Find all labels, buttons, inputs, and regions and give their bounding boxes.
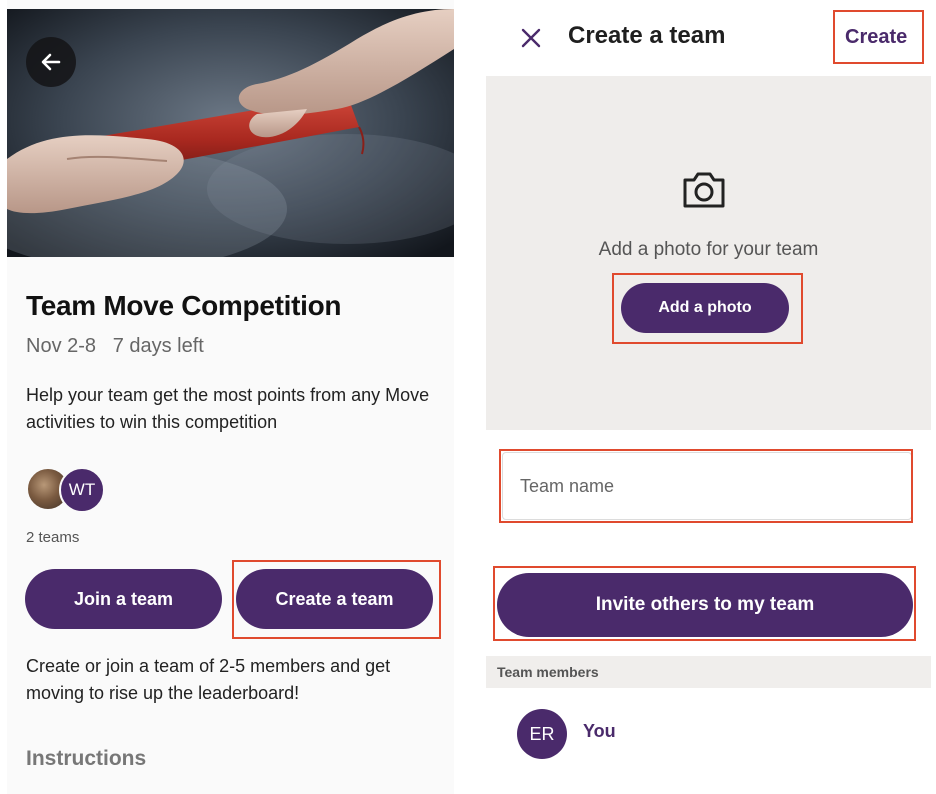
camera-icon: [681, 170, 727, 210]
team-avatars[interactable]: WT: [26, 467, 116, 513]
close-button[interactable]: [519, 24, 543, 52]
highlight-add-photo-button: [612, 273, 803, 344]
competition-dates: Nov 2-8 7 days left: [26, 335, 204, 357]
highlight-create-button: [833, 10, 924, 64]
team-avatar-initials: WT: [59, 467, 105, 513]
close-icon: [521, 28, 541, 48]
member-avatar: ER: [517, 709, 567, 759]
competition-title: Team Move Competition: [26, 290, 342, 321]
competition-description: Help your team get the most points from …: [26, 385, 430, 432]
team-count: 2 teams: [26, 529, 80, 546]
hero-image: [7, 9, 454, 257]
instructions-heading: Instructions: [26, 747, 147, 770]
team-help-text: Create or join a team of 2-5 members and…: [26, 656, 391, 703]
highlight-team-name-input: [499, 449, 913, 523]
arrow-left-icon: [41, 53, 61, 71]
member-row: ER You: [486, 688, 931, 778]
highlight-create-team-button: [232, 560, 441, 639]
page-title: Create a team: [568, 22, 726, 49]
join-team-button[interactable]: Join a team: [25, 569, 222, 629]
photo-prompt: Add a photo for your team: [598, 239, 819, 260]
create-team-screen: Create a team Create Add a photo for you…: [486, 0, 931, 794]
member-name: You: [583, 721, 616, 741]
team-photo-area: Add a photo for your team Add a photo: [486, 76, 931, 430]
relay-baton-image: [7, 9, 454, 257]
competition-details-screen: Team Move Competition Nov 2-8 7 days lef…: [7, 0, 454, 794]
back-button[interactable]: [26, 37, 76, 87]
team-members-heading: Team members: [486, 656, 931, 688]
highlight-invite-button: [493, 566, 916, 641]
